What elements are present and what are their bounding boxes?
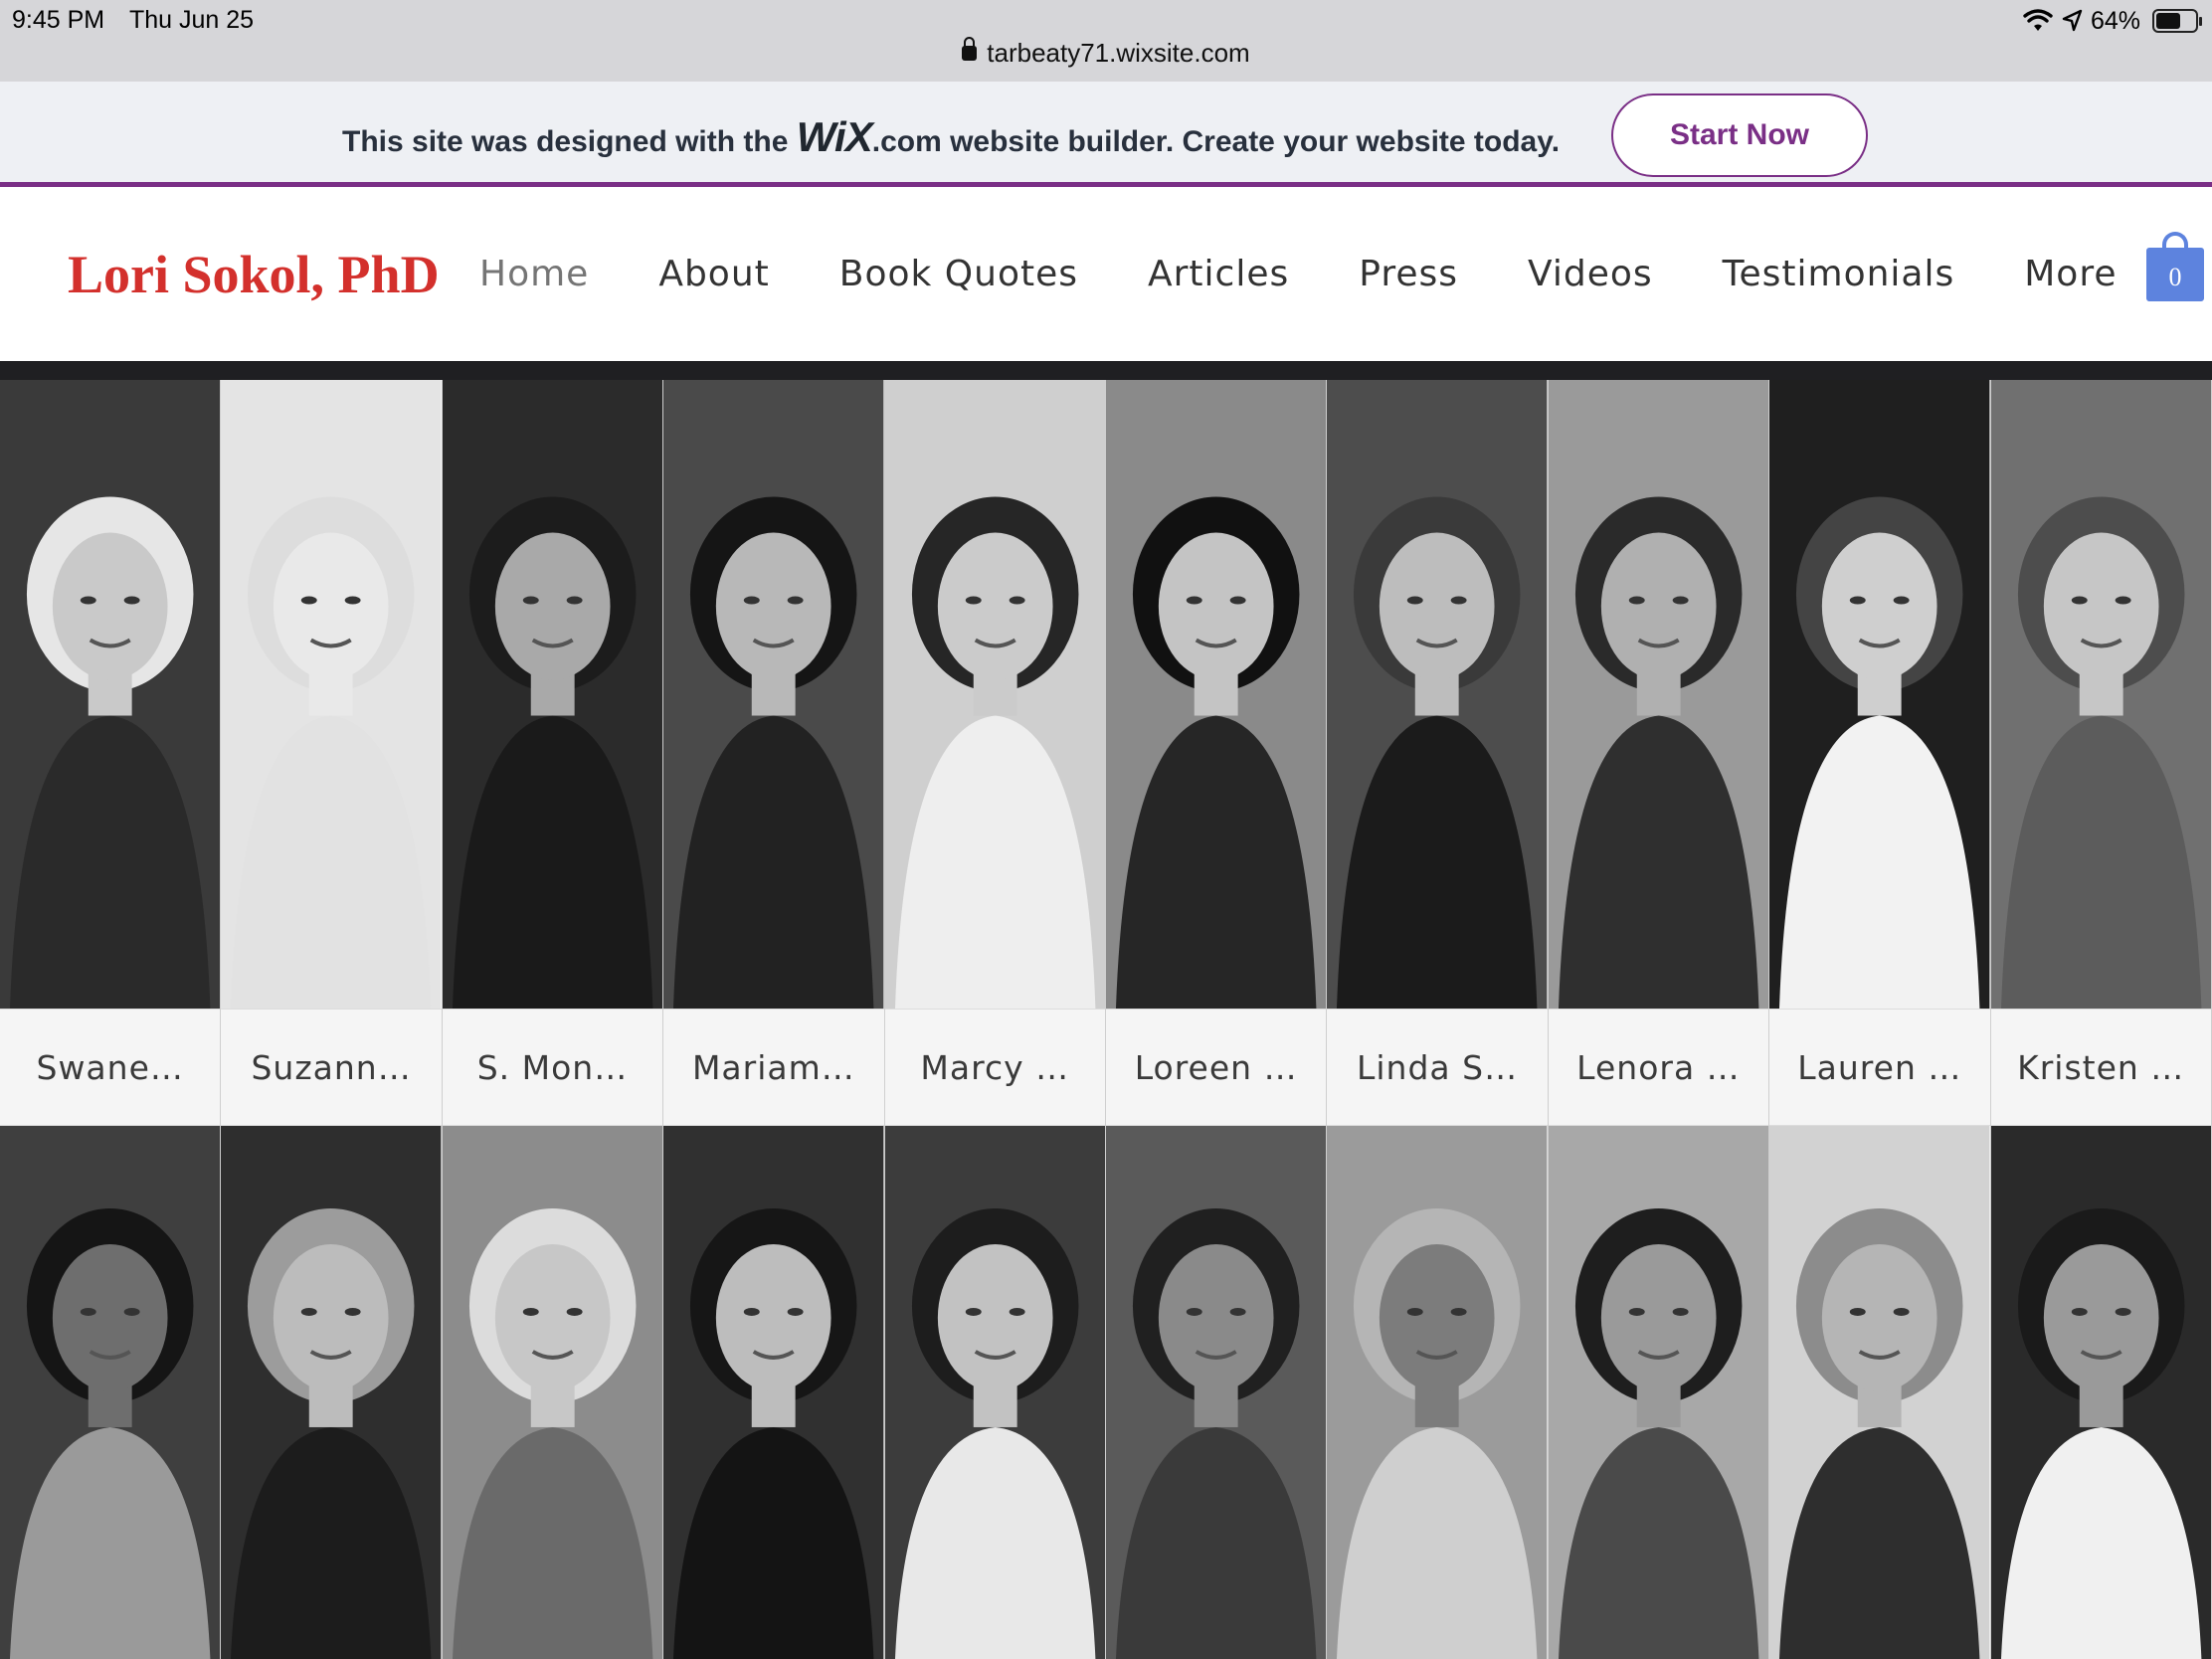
portrait-caption: Lenora … bbox=[1548, 1009, 1769, 1126]
portrait-caption: Swane… bbox=[0, 1009, 221, 1126]
portrait-caption: Loreen … bbox=[1105, 1009, 1327, 1126]
gallery-item[interactable] bbox=[663, 1126, 885, 1659]
address-bar[interactable]: tarbeaty71.wixsite.com bbox=[0, 37, 2212, 69]
gallery-item[interactable]: Loreen … bbox=[1105, 380, 1328, 1126]
cart-button[interactable]: 0 bbox=[2146, 232, 2204, 303]
status-date: Thu Jun 25 bbox=[129, 6, 255, 34]
nav-item-testimonials[interactable]: Testimonials bbox=[1723, 254, 1955, 294]
wix-banner-text-after: .com website builder. Create your websit… bbox=[871, 125, 1561, 158]
portrait-photo bbox=[1769, 1126, 1990, 1659]
location-arrow-icon bbox=[2062, 9, 2083, 32]
gallery-item[interactable] bbox=[442, 1126, 664, 1659]
battery-percent: 64% bbox=[2090, 6, 2140, 35]
gallery-item[interactable] bbox=[0, 1126, 222, 1659]
portrait-photo bbox=[1548, 1126, 1769, 1659]
site-header: Lori Sokol, PhD Home About Book Quotes Arti… bbox=[0, 192, 2212, 361]
portrait-caption: S. Mon… bbox=[442, 1009, 663, 1126]
nav-item-videos[interactable]: Videos bbox=[1528, 254, 1653, 294]
portrait-photo bbox=[0, 380, 221, 1009]
portrait-caption: Mariam… bbox=[663, 1009, 884, 1126]
portrait-photo bbox=[1327, 1126, 1548, 1659]
shopping-bag-icon: 0 bbox=[2146, 248, 2204, 301]
nav-item-more[interactable]: More bbox=[2024, 254, 2117, 294]
wix-banner-text: This site was designed with the WiX.com … bbox=[342, 113, 1560, 161]
gallery-item[interactable]: Mariam… bbox=[663, 380, 885, 1126]
start-now-button[interactable]: Start Now bbox=[1611, 93, 1868, 177]
portrait-photo bbox=[1327, 380, 1548, 1009]
wifi-icon bbox=[2023, 9, 2053, 31]
nav-item-about[interactable]: About bbox=[658, 254, 769, 294]
address-url: tarbeaty71.wixsite.com bbox=[987, 38, 1250, 68]
lock-icon bbox=[962, 37, 978, 61]
gallery-item[interactable]: Suzann… bbox=[221, 380, 443, 1126]
portrait-caption: Marcy … bbox=[884, 1009, 1105, 1126]
portrait-caption: Lauren … bbox=[1769, 1009, 1990, 1126]
site-logo[interactable]: Lori Sokol, PhD bbox=[68, 244, 440, 305]
nav-item-press[interactable]: Press bbox=[1359, 254, 1458, 294]
gallery-item[interactable] bbox=[221, 1126, 443, 1659]
nav-item-articles[interactable]: Articles bbox=[1148, 254, 1289, 294]
portrait-photo bbox=[884, 1126, 1105, 1659]
wix-logo: WiX bbox=[796, 113, 873, 160]
gallery-item[interactable]: Lauren … bbox=[1769, 380, 1991, 1126]
nav-item-home[interactable]: Home bbox=[479, 254, 589, 294]
portrait-photo bbox=[1548, 380, 1769, 1009]
gallery-row-1: Swane… Suzann… S. Mon… Mariam… Marcy … Loreen… bbox=[0, 380, 2212, 1126]
portrait-photo bbox=[663, 380, 884, 1009]
portrait-caption: Linda S… bbox=[1327, 1009, 1548, 1126]
gallery-item[interactable] bbox=[1769, 1126, 1991, 1659]
cart-count: 0 bbox=[2168, 263, 2182, 291]
portrait-photo bbox=[1105, 1126, 1327, 1659]
battery-icon bbox=[2152, 9, 2202, 33]
portrait-caption: Kristen … bbox=[1990, 1009, 2211, 1126]
header-divider bbox=[0, 361, 2212, 380]
portrait-photo bbox=[221, 380, 442, 1009]
battery-fill bbox=[2156, 13, 2181, 29]
status-bar: 9:45 PM Thu Jun 25 64% tarbeaty71.wixsit… bbox=[0, 0, 2212, 82]
gallery-item[interactable]: Kristen … bbox=[1990, 380, 2212, 1126]
portrait-photo bbox=[0, 1126, 221, 1659]
portrait-photo bbox=[1105, 380, 1327, 1009]
portrait-photo bbox=[1769, 380, 1990, 1009]
portrait-photo bbox=[1990, 1126, 2211, 1659]
portrait-photo bbox=[442, 380, 663, 1009]
wix-banner-text-before: This site was designed with the bbox=[342, 125, 797, 158]
main-nav: Home About Book Quotes Articles Press Videos T… bbox=[479, 254, 2187, 294]
gallery-item[interactable]: Marcy … bbox=[884, 380, 1106, 1126]
portrait-caption: Suzann… bbox=[221, 1009, 442, 1126]
gallery-item[interactable] bbox=[1105, 1126, 1328, 1659]
gallery-item[interactable] bbox=[1990, 1126, 2212, 1659]
gallery-item[interactable]: Lenora … bbox=[1548, 380, 1770, 1126]
portrait-photo bbox=[221, 1126, 442, 1659]
status-indicators: 64% bbox=[2023, 4, 2202, 38]
portrait-photo bbox=[884, 380, 1105, 1009]
gallery-row-2 bbox=[0, 1126, 2212, 1659]
status-time: 9:45 PM bbox=[12, 6, 105, 34]
nav-item-book-quotes[interactable]: Book Quotes bbox=[839, 254, 1078, 294]
gallery-item[interactable] bbox=[884, 1126, 1106, 1659]
portrait-photo bbox=[1990, 380, 2211, 1009]
gallery-item[interactable] bbox=[1548, 1126, 1770, 1659]
portrait-gallery: Swane… Suzann… S. Mon… Mariam… Marcy … Loreen… bbox=[0, 380, 2212, 1659]
gallery-item[interactable]: S. Mon… bbox=[442, 380, 664, 1126]
gallery-item[interactable]: Swane… bbox=[0, 380, 222, 1126]
portrait-photo bbox=[663, 1126, 884, 1659]
gallery-item[interactable]: Linda S… bbox=[1327, 380, 1549, 1126]
wix-banner: This site was designed with the WiX.com … bbox=[0, 82, 2212, 187]
gallery-item[interactable] bbox=[1327, 1126, 1549, 1659]
portrait-photo bbox=[442, 1126, 663, 1659]
